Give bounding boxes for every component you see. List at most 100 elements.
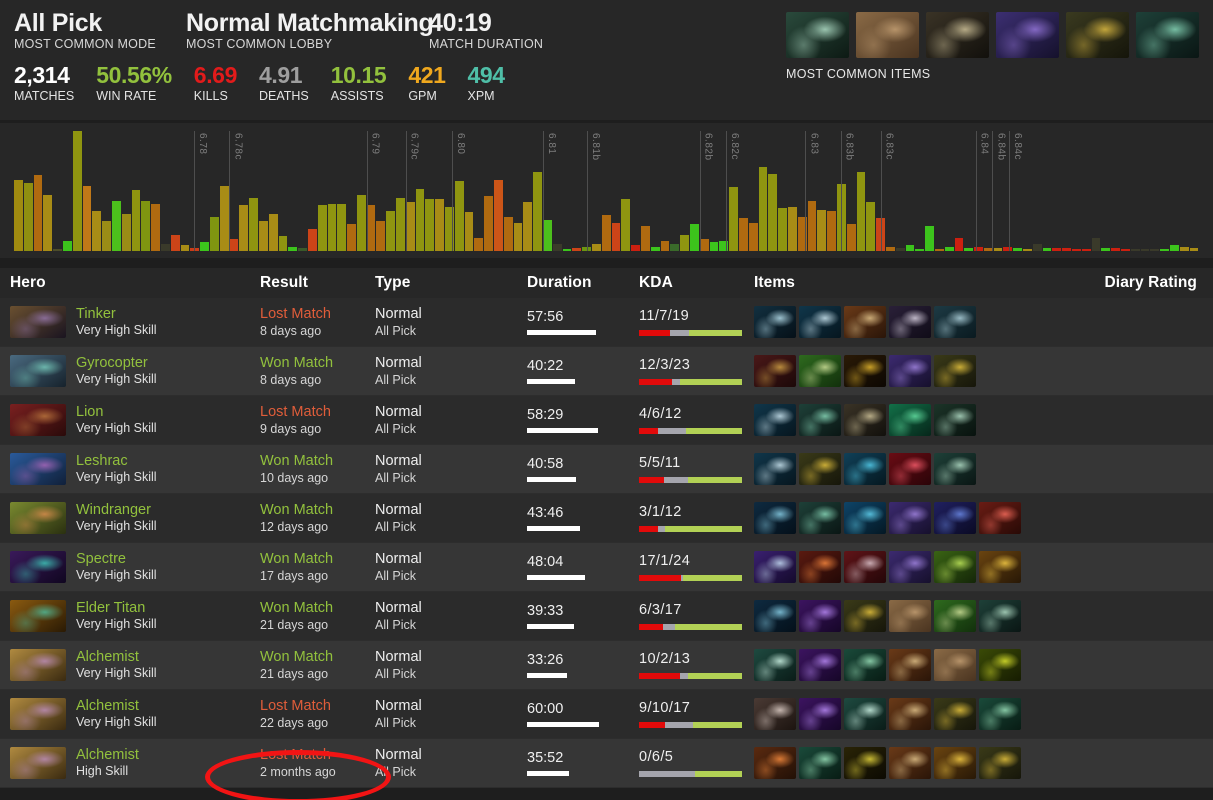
chart-bar[interactable] [307, 228, 317, 251]
chart-bar[interactable] [748, 222, 758, 251]
chart-bar[interactable] [1091, 237, 1101, 251]
hero-name[interactable]: Lion [76, 404, 157, 421]
chart-bar[interactable] [827, 211, 836, 251]
chart-bar[interactable] [180, 245, 190, 251]
item-icon[interactable] [979, 649, 1021, 681]
item-icon[interactable] [934, 649, 976, 681]
item-icon[interactable] [754, 649, 796, 681]
chart-bar[interactable] [758, 166, 768, 251]
chart-bar[interactable] [1062, 248, 1072, 251]
item-icon[interactable] [934, 453, 976, 485]
item-icon[interactable] [799, 551, 841, 583]
chart-bar[interactable] [778, 208, 787, 251]
hero-name[interactable]: Alchemist [76, 649, 157, 666]
chart-bar[interactable] [503, 216, 513, 251]
cell-result[interactable]: Won Match 10 days ago [260, 453, 375, 485]
item-icon[interactable] [979, 502, 1021, 534]
chart-bar[interactable] [317, 205, 327, 251]
item-icon[interactable] [979, 600, 1021, 632]
phase-boots-item[interactable] [1066, 12, 1129, 58]
item-icon[interactable] [754, 355, 796, 387]
item-icon[interactable] [934, 355, 976, 387]
chart-bar[interactable] [92, 211, 102, 251]
hero-name[interactable]: Spectre [76, 551, 157, 568]
cell-hero[interactable]: Leshrac Very High Skill [10, 453, 260, 486]
item-icon[interactable] [754, 698, 796, 730]
item-icon[interactable] [754, 404, 796, 436]
column-header-kda[interactable]: KDA [639, 274, 754, 292]
chart-bar[interactable] [1072, 249, 1081, 251]
cell-result[interactable]: Won Match 21 days ago [260, 600, 375, 632]
cell-result[interactable]: Lost Match 8 days ago [260, 306, 375, 338]
chart-bar[interactable] [543, 219, 552, 251]
result-status[interactable]: Won Match [260, 600, 375, 617]
table-row[interactable]: Alchemist Very High Skill Lost Match 22 day… [0, 690, 1213, 739]
item-icon[interactable] [934, 747, 976, 779]
cell-result[interactable]: Won Match 12 days ago [260, 502, 375, 534]
chart-bar[interactable] [787, 206, 797, 251]
cell-hero[interactable]: Alchemist Very High Skill [10, 698, 260, 731]
chart-bar[interactable] [925, 225, 934, 251]
chart-bar[interactable] [72, 131, 82, 251]
hero-name[interactable]: Tinker [76, 306, 157, 323]
item-icon[interactable] [754, 600, 796, 632]
item-icon[interactable] [799, 404, 841, 436]
chart-bar[interactable] [954, 237, 964, 251]
table-row[interactable]: Lion Very High Skill Lost Match 9 days ago N… [0, 396, 1213, 445]
item-icon[interactable] [844, 649, 886, 681]
item-icon[interactable] [844, 747, 886, 779]
chart-bar[interactable] [533, 172, 543, 251]
table-row[interactable]: Elder Titan Very High Skill Won Match 21 da… [0, 592, 1213, 641]
hero-portrait-icon[interactable] [10, 501, 66, 534]
item-icon[interactable] [979, 747, 1021, 779]
hero-name[interactable]: Gyrocopter [76, 355, 157, 372]
chart-bar[interactable] [62, 240, 72, 251]
town-portal-scroll-item[interactable] [926, 12, 989, 58]
chart-bar[interactable] [934, 249, 944, 251]
chart-bar[interactable] [356, 194, 366, 251]
result-status[interactable]: Lost Match [260, 404, 375, 421]
cell-hero[interactable]: Spectre Very High Skill [10, 551, 260, 584]
hero-portrait-icon[interactable] [10, 648, 66, 681]
chart-bar[interactable] [856, 172, 866, 251]
result-status[interactable]: Won Match [260, 355, 375, 372]
chart-bar[interactable] [650, 246, 660, 251]
chart-bar[interactable] [415, 188, 425, 251]
item-icon[interactable] [934, 600, 976, 632]
chart-bar[interactable] [337, 203, 347, 251]
chart-bar[interactable] [670, 243, 680, 251]
chart-bar[interactable] [464, 212, 474, 251]
chart-bar[interactable] [885, 246, 895, 251]
chart-bar[interactable] [944, 246, 954, 251]
hero-name[interactable]: Elder Titan [76, 600, 157, 617]
chart-bar[interactable] [82, 185, 92, 251]
table-row[interactable]: Tinker Very High Skill Lost Match 8 days ag… [0, 298, 1213, 347]
item-icon[interactable] [844, 698, 886, 730]
chart-bar[interactable] [53, 249, 62, 251]
item-icon[interactable] [889, 355, 931, 387]
chart-bar[interactable] [396, 197, 405, 251]
hero-portrait-icon[interactable] [10, 354, 66, 387]
item-icon[interactable] [844, 453, 886, 485]
chart-bar[interactable] [258, 221, 268, 251]
item-icon[interactable] [844, 502, 886, 534]
chart-bar[interactable] [111, 200, 121, 251]
item-icon[interactable] [754, 306, 796, 338]
table-row[interactable]: Alchemist High Skill Lost Match 2 months ag… [0, 739, 1213, 788]
item-icon[interactable] [934, 698, 976, 730]
chart-bar[interactable] [905, 245, 915, 251]
chart-bar[interactable] [611, 222, 621, 251]
result-status[interactable]: Won Match [260, 551, 375, 568]
chart-bar[interactable] [562, 249, 572, 251]
chart-bar[interactable] [689, 224, 699, 251]
magic-wand-item[interactable] [786, 12, 849, 58]
item-icon[interactable] [844, 600, 886, 632]
hero-portrait-icon[interactable] [10, 746, 66, 779]
column-header-duration[interactable]: Duration [527, 274, 639, 292]
chart-bar[interactable] [729, 187, 738, 251]
chart-bar[interactable] [1140, 249, 1150, 251]
column-header-items[interactable]: Items [754, 274, 1037, 292]
chart-bar[interactable] [1042, 248, 1052, 251]
chart-bar[interactable] [1130, 249, 1140, 251]
item-icon[interactable] [799, 747, 841, 779]
